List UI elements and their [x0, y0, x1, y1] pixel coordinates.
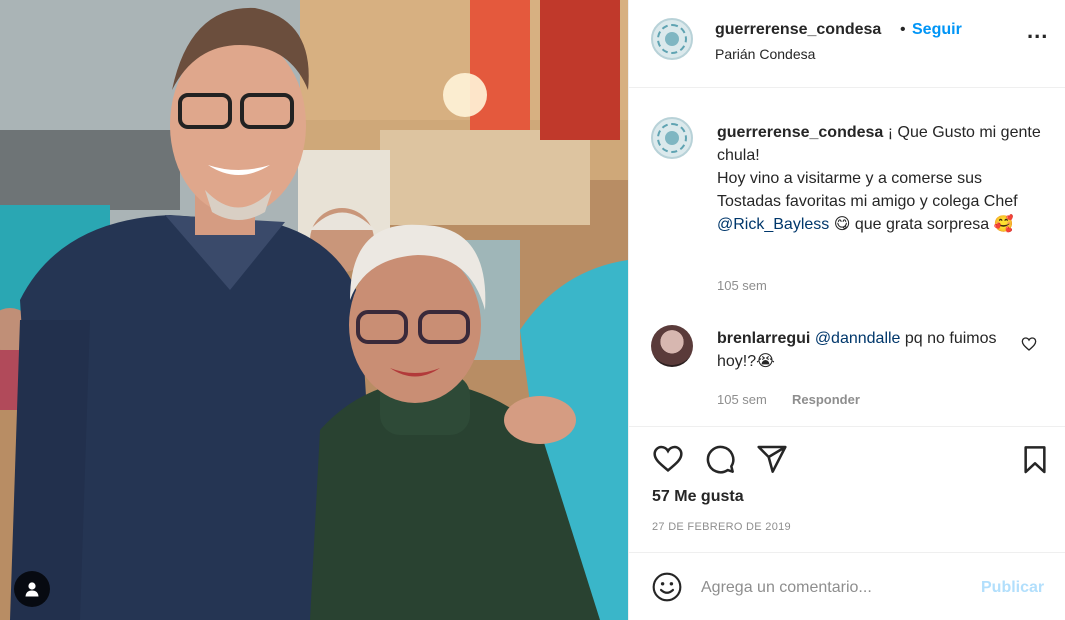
post-date[interactable]: 27 DE FEBRERO DE 2019 — [652, 521, 791, 533]
add-comment-bar: Publicar — [629, 552, 1065, 620]
user-tag-button[interactable] — [14, 571, 50, 607]
caption-username[interactable]: guerrerense_condesa — [717, 124, 883, 141]
avatar[interactable] — [651, 18, 693, 60]
comment: brenlarregui @danndalle pq no fuimos hoy… — [717, 327, 1007, 373]
comment-username[interactable]: brenlarregui — [717, 330, 810, 347]
publish-button[interactable]: Publicar — [981, 579, 1044, 597]
caption: guerrerense_condesa ¡ Que Gusto mi gente… — [717, 121, 1042, 236]
avatar[interactable] — [651, 117, 693, 159]
comment-icon[interactable] — [703, 443, 737, 475]
heart-icon[interactable] — [1021, 336, 1037, 352]
post-side-panel: guerrerense_condesa • Seguir Parián Cond… — [628, 0, 1065, 620]
avatar[interactable] — [651, 325, 693, 367]
post-location[interactable]: Parián Condesa — [715, 46, 815, 62]
user-tag-icon — [25, 582, 39, 597]
share-icon[interactable] — [755, 443, 789, 475]
comment-timestamp[interactable]: 105 sem — [717, 392, 767, 407]
reply-button[interactable]: Responder — [792, 392, 860, 407]
bookmark-icon[interactable] — [1019, 443, 1051, 477]
caption-text-line2: Hoy vino a visitarme y a comerse sus Tos… — [717, 170, 1018, 210]
separator-dot: • — [900, 21, 906, 38]
comments-section[interactable]: guerrerense_condesa ¡ Que Gusto mi gente… — [629, 89, 1065, 425]
heart-icon[interactable] — [651, 443, 685, 475]
caption-timestamp[interactable]: 105 sem — [717, 278, 767, 293]
more-icon[interactable]: ... — [1027, 20, 1053, 44]
likes-count[interactable]: 57 Me gusta — [652, 488, 744, 506]
post-header: guerrerense_condesa • Seguir Parián Cond… — [629, 0, 1065, 88]
photo-illustration — [0, 0, 628, 620]
emoji-icon[interactable] — [651, 571, 683, 603]
caption-text-end: 😋 que grata sorpresa 🥰 — [829, 216, 1014, 233]
comment-input[interactable] — [701, 573, 971, 603]
caption-mention-link[interactable]: @Rick_Bayless — [717, 216, 829, 233]
post-actions: 57 Me gusta 27 DE FEBRERO DE 2019 — [629, 426, 1065, 548]
comment-mention-link[interactable]: @danndalle — [815, 330, 901, 347]
follow-button[interactable]: Seguir — [912, 21, 962, 39]
post-photo[interactable] — [0, 0, 628, 620]
post-username[interactable]: guerrerense_condesa — [715, 21, 881, 39]
